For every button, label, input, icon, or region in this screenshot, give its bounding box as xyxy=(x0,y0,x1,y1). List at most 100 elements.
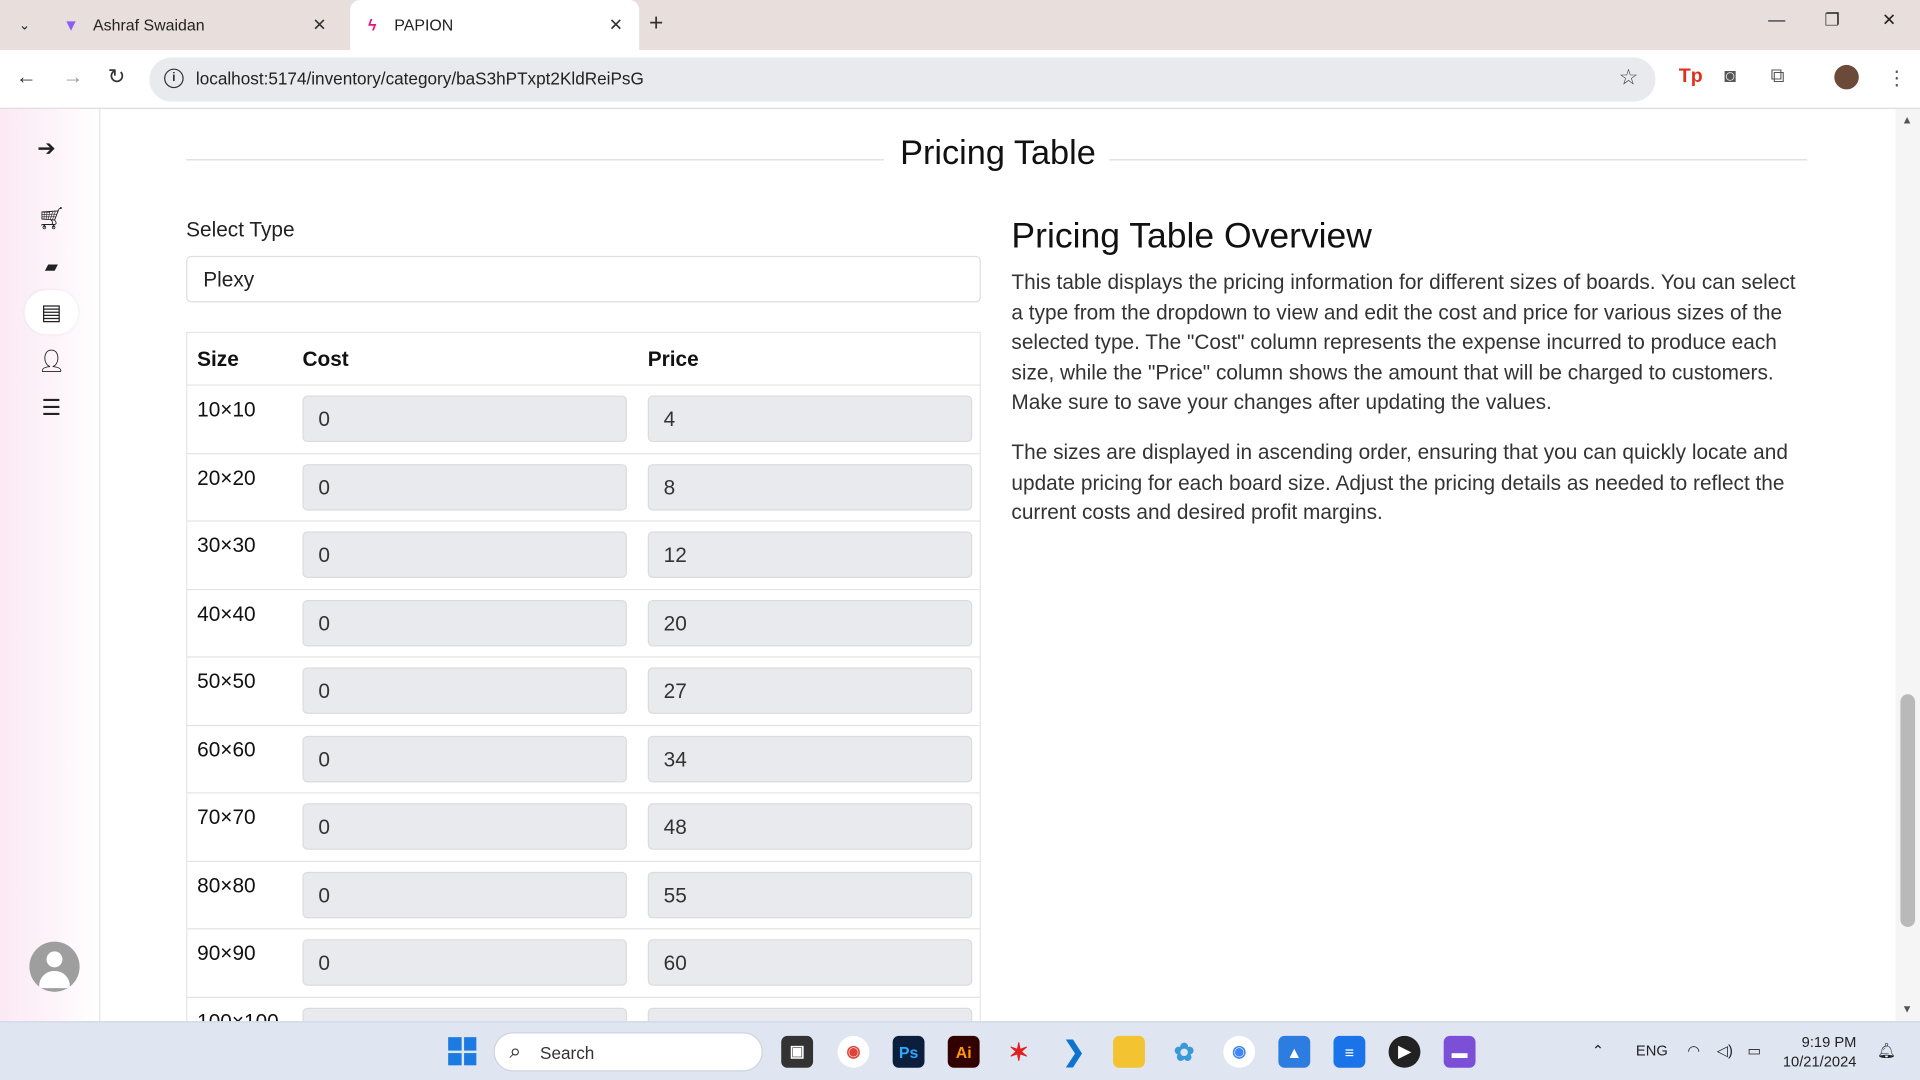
overview-paragraph-2: The sizes are displayed in ascending ord… xyxy=(1011,440,1788,525)
windows-taskbar: ⌕ Search ▣ ◉ Ps Ai ✶ ❯ ✿ ◉ ▲ ≡ ▶ ▬ ⌃ ENG… xyxy=(0,1021,1920,1080)
back-arrow-icon[interactable]: ← xyxy=(16,65,37,89)
tab-papion[interactable]: ϟ PAPION ✕ xyxy=(350,0,640,51)
notepad-icon[interactable]: ≡ xyxy=(1333,1035,1366,1068)
notification-bell-icon[interactable]: 🔔︎ xyxy=(1877,1042,1896,1059)
type-select[interactable]: Plexy xyxy=(186,255,981,303)
task-view-icon[interactable]: ▣ xyxy=(781,1035,814,1068)
reload-icon[interactable]: ↻ xyxy=(108,65,125,89)
profile-avatar-icon[interactable] xyxy=(1834,64,1859,90)
new-tab-icon[interactable]: + xyxy=(649,10,663,38)
money-icon[interactable]: ▰ xyxy=(24,244,78,288)
price-input[interactable] xyxy=(647,1007,973,1022)
page-scrollbar[interactable]: ▲ ▼ xyxy=(1895,108,1920,1022)
tab-ashraf-swaidan[interactable]: ▼ Ashraf Swaidan ✕ xyxy=(49,0,343,50)
tp-extension-icon[interactable]: Tp xyxy=(1679,66,1703,88)
illustrator-icon[interactable]: Ai xyxy=(947,1035,980,1068)
cost-input[interactable]: 0 xyxy=(302,871,627,918)
chrome-icon[interactable]: ◉ xyxy=(837,1035,870,1068)
restore-icon[interactable]: ❐ xyxy=(1825,10,1840,31)
price-input[interactable]: 55 xyxy=(647,871,973,918)
cost-input[interactable]: 0 xyxy=(302,735,627,782)
star-app-icon[interactable]: ✶ xyxy=(1003,1036,1035,1068)
price-input[interactable]: 12 xyxy=(647,531,973,578)
cart-icon[interactable]: 🛒︎ xyxy=(24,196,78,240)
scroll-down-icon[interactable]: ▼ xyxy=(1902,1003,1913,1015)
scroll-thumb[interactable] xyxy=(1900,694,1916,927)
expand-arrow-icon[interactable]: ➔ xyxy=(20,126,74,170)
size-cell: 40×40 xyxy=(197,601,256,626)
user-list-icon[interactable]: ☰ xyxy=(24,386,78,430)
bookmark-star-icon[interactable]: ☆ xyxy=(1619,65,1639,91)
camera-icon[interactable]: ◙ xyxy=(1724,66,1736,88)
minimize-icon[interactable]: — xyxy=(1768,10,1785,30)
vscode-icon[interactable]: ❯ xyxy=(1058,1036,1090,1068)
table-row: 30×30 0 12 xyxy=(187,520,980,588)
cost-input[interactable] xyxy=(302,1007,627,1022)
table-row: 10×10 0 4 xyxy=(187,384,980,452)
price-input[interactable]: 27 xyxy=(647,667,973,714)
tab-search-dropdown-icon[interactable]: ⌄ xyxy=(10,10,39,39)
size-cell: 100×100 xyxy=(197,1009,279,1022)
cost-input[interactable]: 0 xyxy=(302,803,627,850)
scroll-up-icon[interactable]: ▲ xyxy=(1902,114,1913,126)
table-row: 100×100 xyxy=(187,996,980,1022)
forward-arrow-icon[interactable]: → xyxy=(62,65,83,89)
cost-input[interactable]: 0 xyxy=(302,599,627,646)
price-input[interactable]: 48 xyxy=(647,803,973,850)
price-input[interactable]: 20 xyxy=(647,599,973,646)
page-title-text: Pricing Table xyxy=(887,133,1109,172)
site-info-icon[interactable]: i xyxy=(164,68,184,89)
taskbar-search[interactable]: ⌕ Search xyxy=(493,1032,763,1072)
tray-chevron-icon[interactable]: ⌃ xyxy=(1592,1042,1604,1059)
table-row: 90×90 0 60 xyxy=(187,928,980,996)
photoshop-icon[interactable]: Ps xyxy=(892,1035,925,1068)
tab-title: Ashraf Swaidan xyxy=(93,15,205,35)
table-row: 20×20 0 8 xyxy=(187,452,980,520)
cost-input[interactable]: 0 xyxy=(302,531,627,578)
cost-input[interactable]: 0 xyxy=(302,395,627,443)
pricing-table: Size Cost Price 10×10 0 4 20×20 0 8 30×3… xyxy=(186,331,981,1022)
table-row: 50×50 0 27 xyxy=(187,656,980,724)
window-close-icon[interactable]: ✕ xyxy=(1882,10,1896,31)
add-user-icon[interactable]: 👤︎ xyxy=(24,339,78,383)
price-input[interactable]: 60 xyxy=(647,939,973,986)
language-indicator[interactable]: ENG xyxy=(1636,1042,1668,1059)
column-header-price: Price xyxy=(647,347,699,372)
volume-icon[interactable]: ◁) xyxy=(1717,1042,1733,1059)
clipchamp-icon[interactable]: ▬ xyxy=(1443,1035,1476,1068)
table-row: 70×70 0 48 xyxy=(187,792,980,860)
inventory-box-icon[interactable]: ▤ xyxy=(24,290,79,335)
address-bar[interactable]: i localhost:5174/inventory/category/baS3… xyxy=(149,57,1656,102)
wifi-icon[interactable]: ◠ xyxy=(1687,1042,1700,1059)
media-player-icon[interactable]: ▶ xyxy=(1388,1035,1421,1068)
close-icon[interactable]: ✕ xyxy=(602,15,629,36)
url-text[interactable]: localhost:5174/inventory/category/baS3hP… xyxy=(196,69,644,89)
search-icon: ⌕ xyxy=(509,1039,522,1063)
price-input[interactable]: 34 xyxy=(647,735,973,782)
clock-time: 9:19 PM xyxy=(1801,1033,1857,1051)
main-content: Pricing Table Select Type Plexy Size Cos… xyxy=(102,109,1895,1022)
price-input[interactable]: 4 xyxy=(647,395,973,443)
cost-input[interactable]: 0 xyxy=(302,463,627,511)
table-row: 40×40 0 20 xyxy=(187,588,980,656)
menu-kebab-icon[interactable]: ⋮ xyxy=(1887,66,1907,90)
close-icon[interactable]: ✕ xyxy=(306,15,333,36)
extensions-puzzle-icon[interactable]: ⧉ xyxy=(1771,66,1785,88)
file-explorer-icon[interactable] xyxy=(1113,1035,1145,1068)
vite-icon: ▼ xyxy=(63,15,79,35)
page-title: Pricing Table xyxy=(102,133,1895,172)
windows-start-icon[interactable] xyxy=(448,1037,477,1066)
column-header-size: Size xyxy=(197,347,239,372)
cost-input[interactable]: 0 xyxy=(302,939,627,986)
avatar-head xyxy=(46,951,63,968)
size-cell: 20×20 xyxy=(197,465,256,490)
battery-icon[interactable]: ▭ xyxy=(1747,1042,1761,1059)
taskbar-clock[interactable]: 9:19 PM 10/21/2024 xyxy=(1783,1032,1857,1071)
user-avatar[interactable] xyxy=(29,941,80,992)
chrome-profile-icon[interactable]: ◉ xyxy=(1223,1035,1256,1068)
cost-input[interactable]: 0 xyxy=(302,667,627,714)
globe-app-icon[interactable]: ✿ xyxy=(1168,1036,1200,1068)
photos-icon[interactable]: ▲ xyxy=(1278,1035,1311,1068)
price-input[interactable]: 8 xyxy=(647,463,973,511)
taskbar-search-label: Search xyxy=(540,1043,595,1063)
